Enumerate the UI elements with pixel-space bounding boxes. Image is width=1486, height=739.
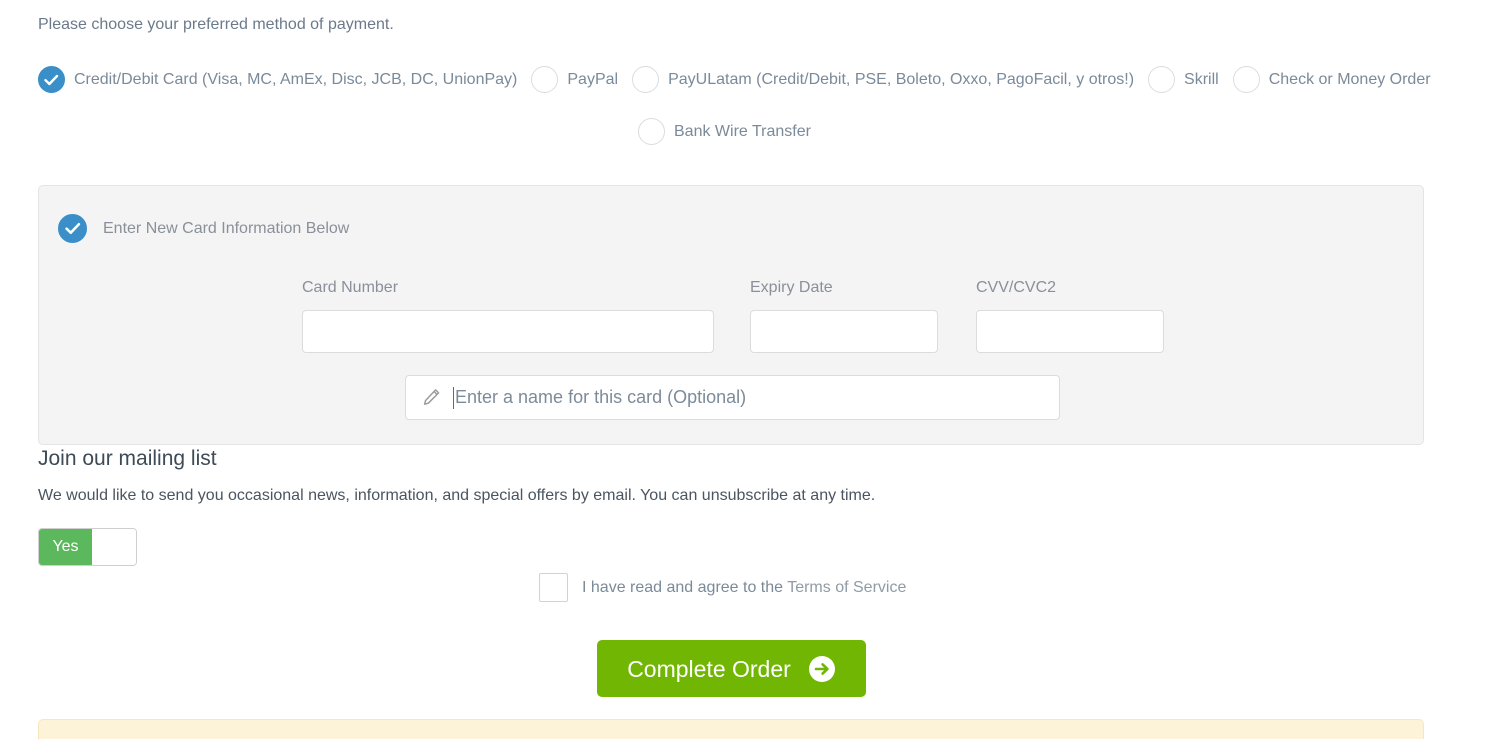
card-nickname-field[interactable] [405, 375, 1060, 420]
terms-label-prefix: I have read and agree to the [582, 578, 788, 596]
terms-label: I have read and agree to the Terms of Se… [582, 578, 906, 598]
enter-new-card-option[interactable]: Enter New Card Information Below [58, 214, 349, 243]
mailing-list-toggle[interactable]: Yes [38, 528, 137, 566]
mailing-list-toggle-on-label: Yes [39, 529, 92, 565]
payment-methods-row-2: Bank Wire Transfer [638, 118, 811, 145]
payment-method-paypal[interactable]: PayPal [531, 66, 618, 93]
expiry-date-input[interactable] [750, 310, 938, 353]
card-fields-group: Card Number Expiry Date CVV/CVC2 [302, 278, 1164, 353]
payment-method-label: PayULatam (Credit/Debit, PSE, Boleto, Ox… [668, 70, 1135, 88]
radio-skrill-icon[interactable] [1148, 66, 1176, 93]
expiry-date-label: Expiry Date [750, 279, 833, 296]
cvv-input[interactable] [976, 310, 1164, 353]
pencil-icon [422, 388, 441, 407]
notice-bar [38, 719, 1424, 739]
cvv-label: CVV/CVC2 [976, 279, 1057, 296]
terms-checkbox[interactable] [539, 573, 568, 602]
arrow-right-circle-icon [808, 655, 836, 683]
radio-paypal-icon[interactable] [531, 66, 559, 93]
complete-order-button[interactable]: Complete Order [597, 640, 866, 697]
card-number-label: Card Number [302, 279, 399, 296]
payment-method-bank-wire-transfer[interactable]: Bank Wire Transfer [638, 118, 811, 145]
terms-of-service-link[interactable]: Terms of Service [787, 579, 906, 596]
payment-method-credit-debit-card[interactable]: Credit/Debit Card (Visa, MC, AmEx, Disc,… [38, 66, 517, 93]
radio-enter-new-card-icon[interactable] [58, 214, 87, 243]
payment-method-label: PayPal [567, 70, 619, 88]
payment-method-skrill[interactable]: Skrill [1148, 66, 1219, 93]
payment-method-payulatam[interactable]: PayULatam (Credit/Debit, PSE, Boleto, Ox… [632, 66, 1134, 93]
card-number-input[interactable] [302, 310, 714, 353]
mailing-list-title: Join our mailing list [38, 447, 217, 470]
enter-new-card-label: Enter New Card Information Below [103, 219, 350, 237]
new-card-information-panel: Enter New Card Information Below Card Nu… [38, 185, 1424, 445]
mailing-list-toggle-knob[interactable] [92, 529, 136, 565]
card-nickname-input[interactable] [454, 376, 1059, 419]
payment-method-label: Credit/Debit Card (Visa, MC, AmEx, Disc,… [74, 70, 518, 88]
terms-agreement-row: I have read and agree to the Terms of Se… [539, 573, 906, 602]
payment-method-label: Bank Wire Transfer [674, 122, 811, 140]
mailing-list-description: We would like to send you occasional new… [38, 487, 876, 504]
card-number-field: Card Number [302, 278, 714, 353]
complete-order-label: Complete Order [627, 655, 791, 682]
radio-payulatam-icon[interactable] [632, 66, 660, 93]
payment-method-label: Skrill [1184, 70, 1219, 88]
payment-method-check-or-money-order[interactable]: Check or Money Order [1232, 66, 1431, 93]
radio-credit-debit-card-icon[interactable] [38, 66, 65, 93]
payment-method-instruction: Please choose your preferred method of p… [38, 16, 394, 33]
expiry-date-field: Expiry Date [750, 278, 938, 353]
radio-check-money-order-icon[interactable] [1232, 66, 1260, 93]
payment-method-label: Check or Money Order [1268, 70, 1431, 88]
radio-bank-wire-transfer-icon[interactable] [638, 118, 665, 145]
payment-methods-row-1: Credit/Debit Card (Visa, MC, AmEx, Disc,… [38, 66, 1431, 93]
cvv-field: CVV/CVC2 [976, 278, 1164, 353]
